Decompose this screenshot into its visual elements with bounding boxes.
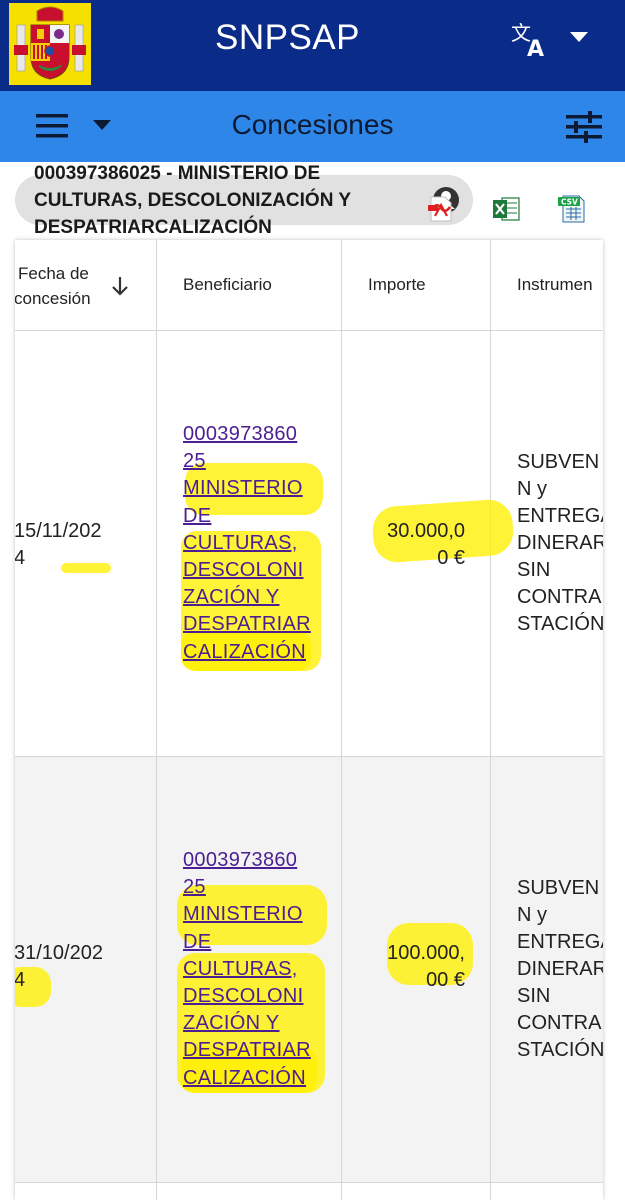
beneficiary-link[interactable]: 0003973860 25 MINISTERIO DE CULTURAS, DE… bbox=[183, 421, 311, 666]
arrow-down-icon[interactable] bbox=[111, 276, 129, 296]
excel-icon[interactable] bbox=[492, 196, 520, 222]
grant-instrument: SUBVEN N y ENTREGA DINERAR SIN CONTRA ST… bbox=[517, 451, 603, 635]
column-header-importe[interactable]: Importe bbox=[342, 240, 491, 331]
grants-table[interactable]: Fecha de concesión Beneficiario Importe … bbox=[15, 240, 603, 1200]
grant-date: 15/11/202 4 bbox=[15, 520, 102, 569]
csv-icon[interactable]: CSV bbox=[557, 194, 587, 224]
grant-amount: 30.000,0 0 € bbox=[387, 520, 465, 569]
section-toolbar: Concesiones bbox=[0, 91, 625, 162]
table-row[interactable]: 15/11/202 4 0003973860 25 MINISTERIO DE … bbox=[15, 331, 603, 757]
svg-text:CSV: CSV bbox=[561, 198, 578, 207]
column-header-fecha[interactable]: Fecha de concesión bbox=[15, 240, 157, 331]
tune-icon[interactable] bbox=[566, 111, 602, 143]
translate-icon[interactable]: 文 A bbox=[510, 20, 548, 58]
grant-date: 31/10/202 4 bbox=[15, 942, 103, 991]
chevron-down-icon[interactable] bbox=[568, 30, 590, 44]
grant-amount: 100.000, 00 € bbox=[387, 942, 465, 991]
column-header-beneficiario[interactable]: Beneficiario bbox=[157, 240, 342, 331]
table-row[interactable] bbox=[15, 1183, 603, 1200]
pdf-icon[interactable] bbox=[428, 196, 454, 222]
page-title: Concesiones bbox=[231, 109, 394, 140]
app-header: SNPSAP 文 A bbox=[0, 0, 625, 91]
column-header-instrumento[interactable]: Instrumen bbox=[491, 240, 603, 331]
beneficiary-link[interactable]: 0003973860 25 MINISTERIO DE CULTURAS, DE… bbox=[183, 847, 311, 1092]
table-row[interactable]: 31/10/202 4 0003973860 25 MINISTERIO DE … bbox=[15, 757, 603, 1183]
svg-text:A: A bbox=[527, 37, 544, 58]
grant-instrument: SUBVEN N y ENTREGA DINERAR SIN CONTRA ST… bbox=[517, 877, 603, 1061]
entity-filter-label: 000397386025 - MINISTERIO DE CULTURAS, D… bbox=[34, 163, 352, 238]
app-title: SNPSAP bbox=[215, 18, 360, 57]
